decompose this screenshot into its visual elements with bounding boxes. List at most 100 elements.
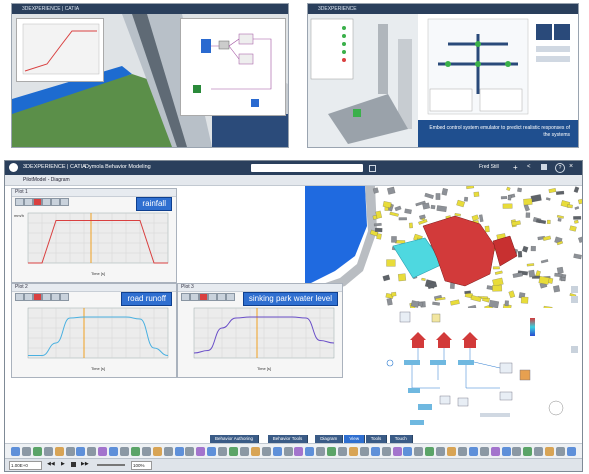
- toolbar-action-40-icon[interactable]: [436, 447, 446, 456]
- help-icon[interactable]: ?: [555, 163, 565, 173]
- toolbar-action-16-icon[interactable]: [174, 447, 184, 456]
- plot-2-tool-e-icon[interactable]: [51, 293, 60, 301]
- share-icon[interactable]: <: [527, 164, 531, 170]
- close-icon[interactable]: ×: [569, 163, 573, 170]
- toolbar-action-46-icon[interactable]: [501, 447, 511, 456]
- toolbar-action-52-icon[interactable]: [566, 447, 576, 456]
- plot-3-tool-a-icon[interactable]: [181, 293, 190, 301]
- building: [523, 198, 533, 206]
- time-field[interactable]: 1.00E+0: [9, 461, 42, 470]
- plot-1-tool-b-icon[interactable]: [24, 198, 33, 206]
- toolbar-action-7-icon[interactable]: [76, 447, 86, 456]
- toolbar-action-36-icon[interactable]: [392, 447, 402, 456]
- toolbar-action-23-icon[interactable]: [250, 447, 260, 456]
- toolbar-action-8-icon[interactable]: [87, 447, 97, 456]
- toolbar-action-37-icon[interactable]: [403, 447, 413, 456]
- toolbar-action-13-icon[interactable]: [141, 447, 151, 456]
- toolbar-action-42-icon[interactable]: [457, 447, 467, 456]
- building: [520, 296, 529, 304]
- toolbar-action-38-icon[interactable]: [414, 447, 424, 456]
- breadcrumb[interactable]: PilotModel - Diagram: [23, 177, 70, 183]
- toolbar-action-30-icon[interactable]: [327, 447, 337, 456]
- toolbar-action-17-icon[interactable]: [185, 447, 195, 456]
- toolbar-action-22-icon[interactable]: [239, 447, 249, 456]
- toolbar-action-11-icon[interactable]: [120, 447, 129, 456]
- toolbar-action-9-icon[interactable]: [98, 447, 108, 456]
- toolbar-action-49-icon[interactable]: [534, 447, 544, 456]
- plot-2-tool-b-icon[interactable]: [24, 293, 33, 301]
- plot-1-tool-f-icon[interactable]: [60, 198, 69, 206]
- toolbar-action-2-icon[interactable]: [21, 447, 31, 456]
- plot-1-tool-c-icon[interactable]: [33, 198, 42, 206]
- toolbar-action-6-icon[interactable]: [65, 447, 75, 456]
- toolbar-action-31-icon[interactable]: [338, 447, 347, 456]
- toolbar-action-48-icon[interactable]: [523, 447, 533, 456]
- toolbar-action-19-icon[interactable]: [207, 447, 217, 456]
- tab-behavior-tools[interactable]: Behavior Tools: [267, 435, 309, 443]
- plot-3-tool-c-icon[interactable]: [199, 293, 208, 301]
- toolbar-action-28-icon[interactable]: [305, 447, 315, 456]
- toolbar-action-34-icon[interactable]: [370, 447, 380, 456]
- plot-3-tool-f-icon[interactable]: [226, 293, 235, 301]
- search-input[interactable]: [251, 164, 363, 172]
- toolbar-action-35-icon[interactable]: [381, 447, 391, 456]
- toolbar-action-33-icon[interactable]: [359, 447, 369, 456]
- toolbar-action-18-icon[interactable]: [196, 447, 206, 456]
- plot-1-title: Plot 1: [15, 189, 28, 195]
- toolbar-action-29-icon[interactable]: [316, 447, 326, 456]
- tab-behavior-authoring[interactable]: Behavior Authoring: [210, 435, 260, 443]
- tab-touch[interactable]: Touch: [389, 435, 413, 443]
- building: [525, 212, 531, 218]
- tab-tools[interactable]: Tools: [365, 435, 388, 443]
- timeline-slider[interactable]: [97, 464, 125, 466]
- plot-3-tool-e-icon[interactable]: [217, 293, 226, 301]
- side-tool-3-icon[interactable]: [571, 346, 578, 353]
- add-icon[interactable]: +: [513, 163, 518, 172]
- plot-3-tool-d-icon[interactable]: [208, 293, 217, 301]
- toolbar-action-4-icon[interactable]: [43, 447, 53, 456]
- plot-3-tool-b-icon[interactable]: [190, 293, 199, 301]
- plot-1-tool-d-icon[interactable]: [42, 198, 51, 206]
- tag-icon[interactable]: [369, 165, 376, 172]
- toolbar-action-27-icon[interactable]: [294, 447, 304, 456]
- user-name[interactable]: Fred Still: [479, 164, 499, 170]
- plot-2-tool-f-icon[interactable]: [60, 293, 69, 301]
- toolbar-action-41-icon[interactable]: [447, 447, 456, 456]
- toolbar-action-51-icon[interactable]: [556, 447, 565, 456]
- tab-diagram[interactable]: Diagram: [315, 435, 344, 443]
- home-icon[interactable]: [541, 164, 547, 170]
- forward-button[interactable]: ▶▶: [81, 461, 89, 467]
- toolbar-action-21-icon[interactable]: [229, 447, 238, 456]
- plot-2-tool-a-icon[interactable]: [15, 293, 24, 301]
- play-button[interactable]: ▶: [61, 461, 65, 467]
- plot-1-tool-e-icon[interactable]: [51, 198, 60, 206]
- toolbar-action-5-icon[interactable]: [54, 447, 64, 456]
- plot-1-tool-a-icon[interactable]: [15, 198, 24, 206]
- toolbar-action-39-icon[interactable]: [425, 447, 435, 456]
- speed-field[interactable]: 100%: [131, 461, 152, 470]
- toolbar-action-15-icon[interactable]: [163, 447, 173, 456]
- toolbar-action-12-icon[interactable]: [130, 447, 140, 456]
- stop-button[interactable]: [71, 462, 76, 467]
- toolbar-action-25-icon[interactable]: [272, 447, 282, 456]
- toolbar-action-50-icon[interactable]: [545, 447, 555, 456]
- toolbar-action-47-icon[interactable]: [512, 447, 522, 456]
- side-tool-2-icon[interactable]: [571, 296, 578, 303]
- toolbar-action-1-icon[interactable]: [11, 447, 20, 456]
- plot-2-tool-d-icon[interactable]: [42, 293, 51, 301]
- tab-view[interactable]: View: [344, 435, 366, 443]
- toolbar-action-3-icon[interactable]: [32, 447, 42, 456]
- toolbar-action-26-icon[interactable]: [283, 447, 293, 456]
- toolbar-action-45-icon[interactable]: [490, 447, 500, 456]
- toolbar-action-20-icon[interactable]: [218, 447, 228, 456]
- rewind-button[interactable]: ◀◀: [47, 461, 55, 467]
- toolbar-action-24-icon[interactable]: [261, 447, 271, 456]
- toolbar-action-10-icon[interactable]: [109, 447, 119, 456]
- toolbar-action-44-icon[interactable]: [479, 447, 489, 456]
- plot-2-tool-c-icon[interactable]: [33, 293, 42, 301]
- compass-icon[interactable]: [9, 163, 18, 172]
- toolbar-action-43-icon[interactable]: [468, 447, 478, 456]
- side-tool-1-icon[interactable]: [571, 286, 578, 293]
- toolbar-action-14-icon[interactable]: [152, 447, 162, 456]
- toolbar-action-32-icon[interactable]: [348, 447, 358, 456]
